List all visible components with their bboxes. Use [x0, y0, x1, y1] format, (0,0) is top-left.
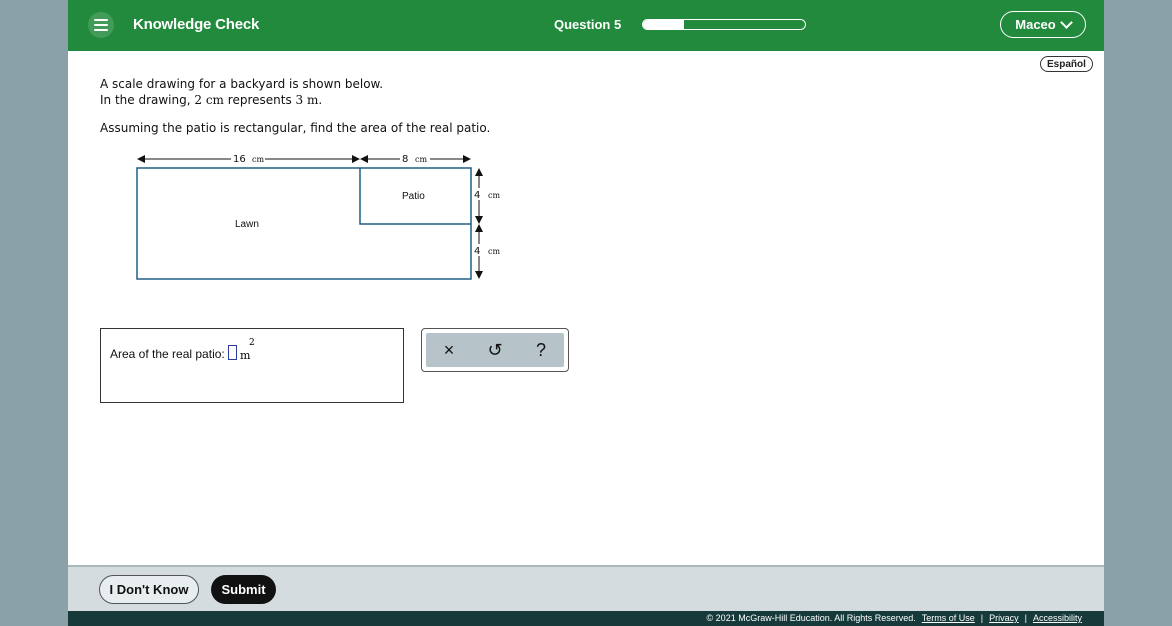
answer-unit-exponent: 2 — [249, 338, 255, 348]
clear-icon[interactable]: × — [434, 340, 464, 361]
scale-prefix: In the drawing, — [100, 93, 191, 107]
answer-input[interactable] — [228, 345, 237, 360]
height-bottom-unit: cm — [488, 247, 500, 256]
width-left-unit: cm — [252, 155, 264, 164]
submit-button[interactable]: Submit — [211, 575, 276, 604]
footer-bar: I Don't Know Submit — [68, 565, 1104, 611]
terms-link[interactable]: Terms of Use — [922, 613, 975, 623]
problem-question: Assuming the patio is rectangular, find … — [100, 121, 491, 135]
language-button[interactable]: Español — [1040, 56, 1093, 72]
problem-line-1: A scale drawing for a backyard is shown … — [100, 77, 384, 91]
user-menu-button[interactable]: Maceo — [1000, 11, 1086, 38]
dont-know-button[interactable]: I Don't Know — [99, 575, 199, 604]
width-left-value: 16 — [233, 154, 246, 165]
question-number: Question 5 — [554, 17, 622, 32]
scale-middle: represents — [227, 93, 292, 107]
scale-drawing-diagram: 16 cm 8 cm 4 cm 4 cm Patio Lawn — [136, 153, 500, 280]
legal-footer: © 2021 McGraw-Hill Education. All Rights… — [68, 611, 1104, 626]
answer-unit: m — [240, 349, 251, 362]
undo-icon[interactable]: ↺ — [480, 340, 510, 361]
progress-fill — [643, 20, 684, 29]
scale-drawing-value: 2 cm — [194, 93, 224, 107]
divider: | — [1024, 613, 1027, 623]
progress-bar — [642, 19, 806, 30]
privacy-link[interactable]: Privacy — [989, 613, 1019, 623]
lawn-label: Lawn — [235, 219, 259, 230]
height-bottom-value: 4 — [474, 246, 480, 257]
copyright-text: © 2021 McGraw-Hill Education. All Rights… — [706, 613, 916, 623]
height-top-value: 4 — [474, 190, 480, 201]
problem-line-2: In the drawing, 2 cm represents 3 m. — [100, 92, 490, 108]
app-title: Knowledge Check — [133, 16, 260, 33]
width-right-value: 8 — [402, 154, 408, 165]
problem-statement: A scale drawing for a backyard is shown … — [100, 76, 490, 136]
help-icon[interactable]: ? — [526, 340, 556, 361]
chevron-down-icon — [1059, 16, 1073, 29]
answer-toolbar: × ↺ ? — [421, 328, 569, 372]
scale-suffix: . — [318, 93, 323, 107]
patio-label: Patio — [402, 191, 425, 202]
app-window: Knowledge Check Question 5 Maceo Español… — [68, 0, 1104, 626]
accessibility-link[interactable]: Accessibility — [1033, 613, 1082, 623]
header-bar: Knowledge Check Question 5 Maceo — [68, 0, 1104, 51]
scale-real-value: 3 m — [295, 93, 319, 107]
menu-icon[interactable] — [88, 12, 114, 38]
answer-area: Area of the real patio: m 2 — [100, 328, 404, 403]
divider: | — [980, 613, 984, 623]
width-right-unit: cm — [415, 155, 427, 164]
height-top-unit: cm — [488, 191, 500, 200]
answer-label: Area of the real patio: — [110, 347, 225, 361]
user-name: Maceo — [1015, 17, 1056, 32]
